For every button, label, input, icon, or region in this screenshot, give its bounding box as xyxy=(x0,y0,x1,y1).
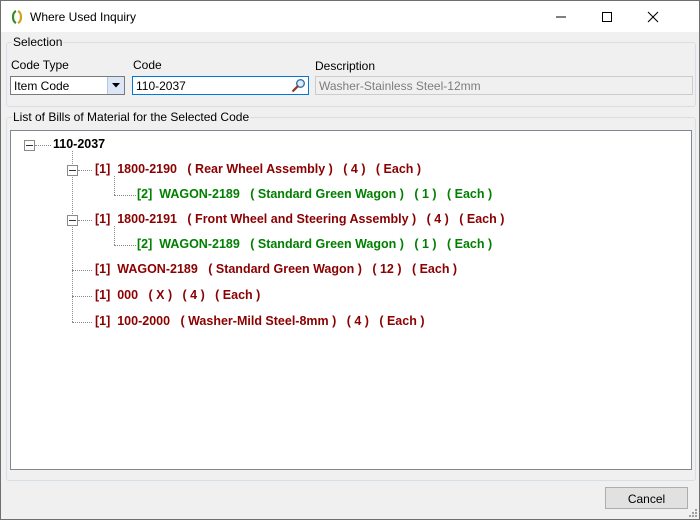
selection-group-label: Selection xyxy=(13,35,63,49)
code-type-select[interactable]: Item Code xyxy=(10,76,125,95)
code-type-dropdown-button[interactable] xyxy=(107,77,124,94)
cancel-button[interactable]: Cancel xyxy=(605,487,688,509)
title-bar[interactable]: Where Used Inquiry xyxy=(1,1,699,32)
resize-grip-icon[interactable] xyxy=(687,507,697,517)
maximize-icon xyxy=(602,12,612,22)
search-icon xyxy=(292,79,305,92)
tree-collapse-icon[interactable] xyxy=(67,215,78,226)
tree-node[interactable]: [1] WAGON-2189 ( Standard Green Wagon ) … xyxy=(95,262,457,276)
code-field[interactable] xyxy=(132,76,309,95)
tree-collapse-icon[interactable] xyxy=(67,165,78,176)
maximize-button[interactable] xyxy=(584,1,630,32)
tree-node[interactable]: [1] 100-2000 ( Washer-Mild Steel-8mm ) (… xyxy=(95,314,425,328)
code-input[interactable] xyxy=(134,78,288,93)
chevron-down-icon xyxy=(112,83,120,88)
minimize-button[interactable] xyxy=(538,1,584,32)
description-value: Washer-Stainless Steel-12mm xyxy=(319,79,481,93)
bom-tree[interactable]: 110-2037 [1] 1800-2190 ( Rear Wheel Asse… xyxy=(10,130,692,470)
description-field: Washer-Stainless Steel-12mm xyxy=(315,76,693,95)
close-button[interactable] xyxy=(630,1,676,32)
tree-node[interactable]: [1] 1800-2190 ( Rear Wheel Assembly ) ( … xyxy=(95,162,421,176)
bom-list-group-label: List of Bills of Material for the Select… xyxy=(13,110,250,124)
tree-node[interactable]: [1] 1800-2191 ( Front Wheel and Steering… xyxy=(95,212,504,226)
tree-node[interactable]: [2] WAGON-2189 ( Standard Green Wagon ) … xyxy=(137,187,492,201)
search-button[interactable] xyxy=(291,78,307,93)
tree-node[interactable]: [2] WAGON-2189 ( Standard Green Wagon ) … xyxy=(137,237,492,251)
code-label: Code xyxy=(133,58,162,72)
tree-collapse-icon[interactable] xyxy=(24,140,35,151)
tree-node[interactable]: [1] 000 ( X ) ( 4 ) ( Each ) xyxy=(95,288,260,302)
tree-root-node[interactable]: 110-2037 xyxy=(53,137,105,151)
code-type-label: Code Type xyxy=(11,58,69,72)
minimize-icon xyxy=(556,16,566,18)
code-type-value: Item Code xyxy=(14,79,70,93)
app-icon xyxy=(9,9,25,25)
close-icon xyxy=(647,11,659,23)
description-label: Description xyxy=(315,59,376,73)
where-used-window: Where Used Inquiry Selection Code Type C… xyxy=(0,0,700,520)
window-title: Where Used Inquiry xyxy=(30,10,137,24)
